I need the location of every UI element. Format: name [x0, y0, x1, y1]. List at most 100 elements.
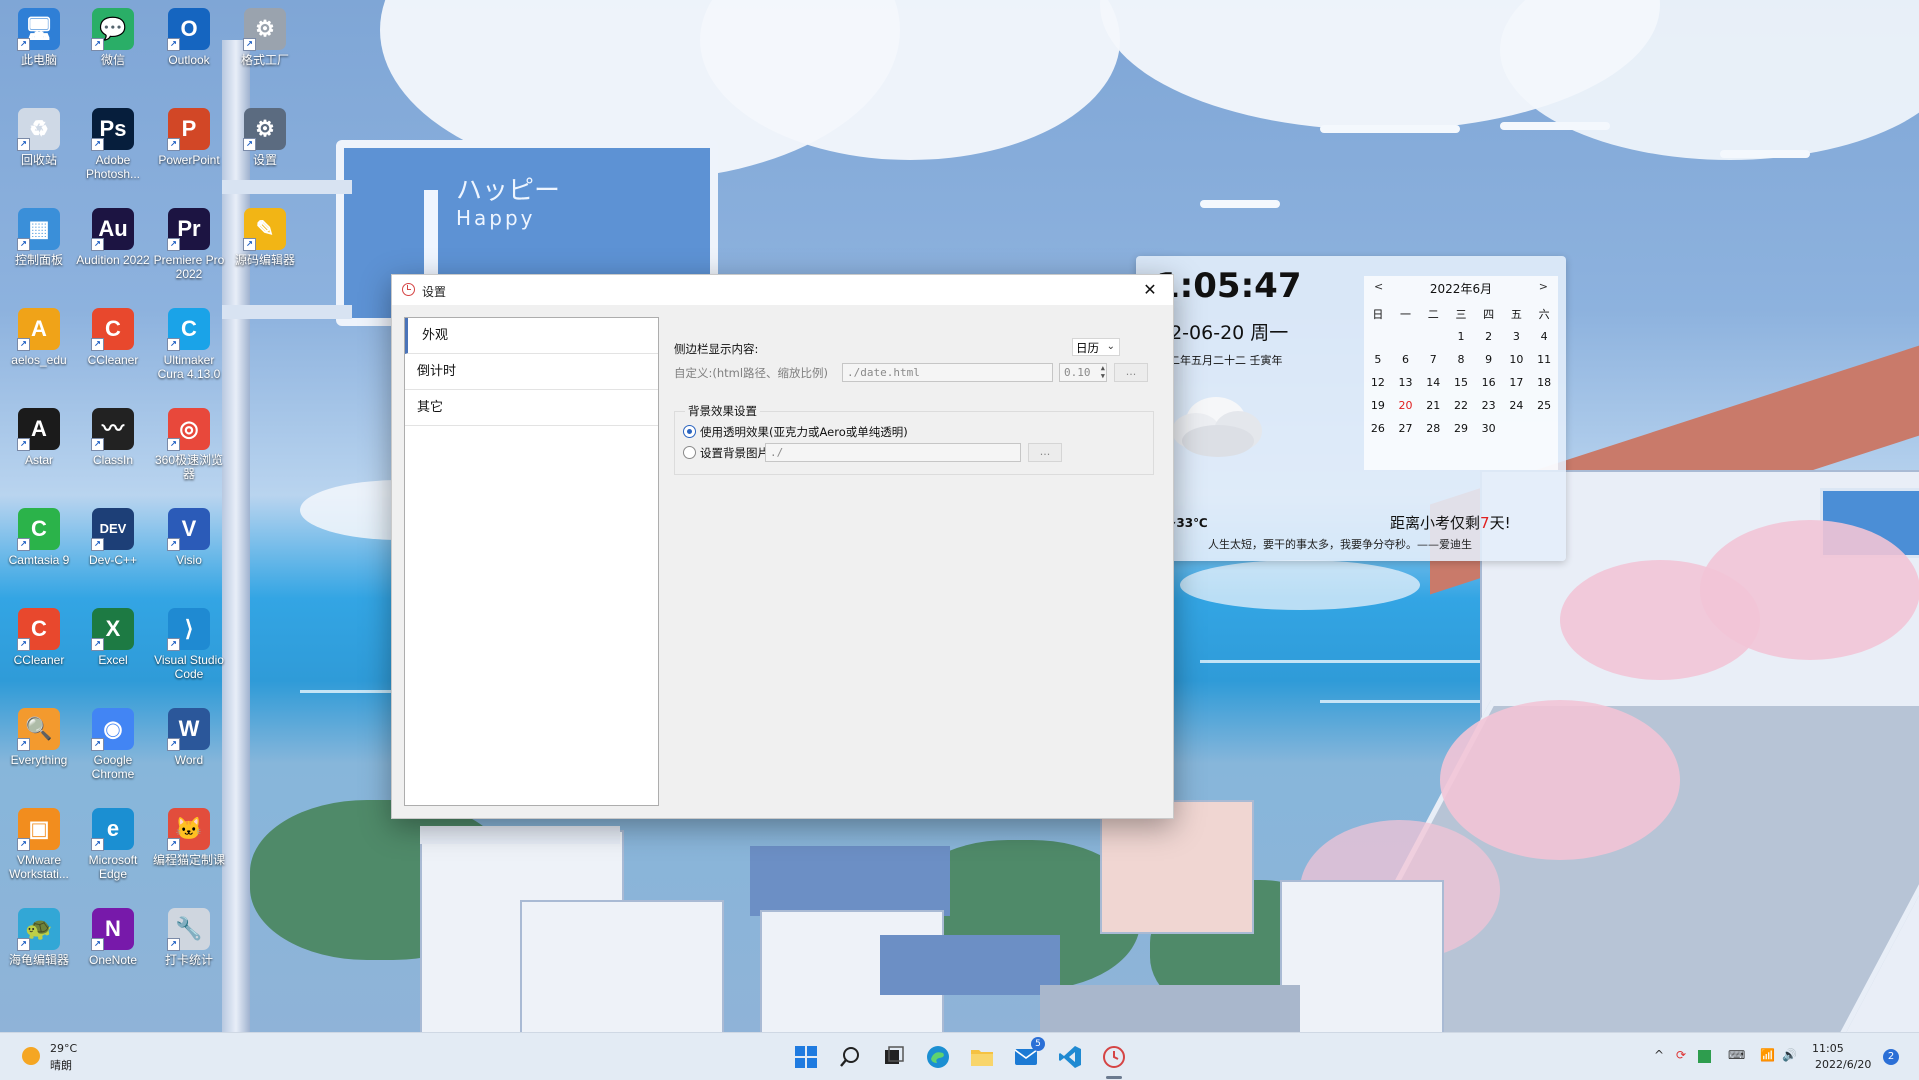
calendar-day[interactable]: 26: [1364, 417, 1392, 440]
browse-html-button[interactable]: ...: [1114, 363, 1148, 382]
close-button[interactable]: ✕: [1127, 275, 1173, 305]
nav-item-other[interactable]: 其它: [405, 390, 658, 426]
calendar-day[interactable]: 16: [1475, 371, 1503, 394]
desktop-icon-format-factory[interactable]: ⚙ ↗ 格式工厂: [228, 8, 302, 67]
calendar-day-today[interactable]: 20: [1392, 394, 1420, 417]
calendar-day[interactable]: 5: [1364, 348, 1392, 371]
radio-transparent-label[interactable]: 使用透明效果(亚克力或Aero或单纯透明): [700, 424, 908, 440]
dialog-titlebar[interactable]: 设置 ✕: [392, 275, 1173, 305]
background-image-path[interactable]: ./: [765, 443, 1021, 462]
desktop-icon-word[interactable]: W ↗ Word: [152, 708, 226, 767]
desktop-icon-browser-360[interactable]: ◎ ↗ 360极速浏览器: [152, 408, 226, 481]
calendar-day[interactable]: 8: [1447, 348, 1475, 371]
custom-path-field[interactable]: ./date.html: [842, 363, 1053, 382]
edge-icon[interactable]: [924, 1043, 952, 1071]
radio-background-image-label[interactable]: 设置背景图片: [700, 445, 769, 461]
calendar-day[interactable]: 6: [1392, 348, 1420, 371]
calendar-day[interactable]: 28: [1419, 417, 1447, 440]
desktop-icon-chrome[interactable]: ◉ ↗ Google Chrome: [76, 708, 150, 781]
wifi-icon[interactable]: 📶: [1760, 1048, 1775, 1062]
task-view-icon[interactable]: [880, 1043, 908, 1071]
sidebar-content-select[interactable]: 日历 ⌄: [1072, 338, 1120, 356]
weather-sun-icon[interactable]: [22, 1047, 40, 1065]
calendar-day[interactable]: 24: [1503, 394, 1531, 417]
nav-item-countdown[interactable]: 倒计时: [405, 354, 658, 390]
calendar-day[interactable]: 11: [1530, 348, 1558, 371]
calendar-day[interactable]: 1: [1447, 325, 1475, 348]
calendar-day[interactable]: 10: [1503, 348, 1531, 371]
desktop-icon-camtasia[interactable]: C ↗ Camtasia 9: [2, 508, 76, 567]
desktop-icon-turtle-editor[interactable]: 🐢 ↗ 海龟编辑器: [2, 908, 76, 967]
mail-icon[interactable]: 5: [1012, 1037, 1045, 1071]
taskbar-weather-desc[interactable]: 晴朗: [50, 1057, 72, 1073]
volume-icon[interactable]: 🔊: [1782, 1048, 1797, 1062]
vscode-taskbar-icon[interactable]: [1056, 1043, 1084, 1071]
desktop-icon-photoshop[interactable]: Ps ↗ Adobe Photosh...: [76, 108, 150, 181]
calendar-day[interactable]: 27: [1392, 417, 1420, 440]
calendar-day[interactable]: 22: [1447, 394, 1475, 417]
calendar-day[interactable]: 4: [1530, 325, 1558, 348]
desktop-icon-powerpoint[interactable]: P ↗ PowerPoint: [152, 108, 226, 167]
desktop-icon-excel[interactable]: X ↗ Excel: [76, 608, 150, 667]
calendar-next-button[interactable]: >: [1539, 280, 1548, 293]
calendar-day[interactable]: 15: [1447, 371, 1475, 394]
tray-date[interactable]: 2022/6/20: [1815, 1058, 1871, 1071]
desktop-icon-ccleaner[interactable]: C ↗ CCleaner: [76, 308, 150, 367]
calendar-day[interactable]: 18: [1530, 371, 1558, 394]
calendar-day[interactable]: 25: [1530, 394, 1558, 417]
calendar-day[interactable]: 29: [1447, 417, 1475, 440]
tray-sync-icon[interactable]: ⟳: [1676, 1048, 1686, 1062]
desktop-icon-vmware[interactable]: ▣ ↗ VMware Workstati...: [2, 808, 76, 881]
radio-transparent[interactable]: [683, 425, 696, 438]
tray-app-icon[interactable]: [1698, 1050, 1711, 1063]
calendar-day[interactable]: 7: [1419, 348, 1447, 371]
desktop-icon-wechat[interactable]: 💬 ↗ 微信: [76, 8, 150, 67]
desktop-icon-control-panel[interactable]: ▦ ↗ 控制面板: [2, 208, 76, 267]
notification-badge[interactable]: 2: [1883, 1049, 1899, 1065]
calendar-day[interactable]: 30: [1475, 417, 1503, 440]
clock-calendar-widget[interactable]: 1:05:47 22-06-20 周一 二二年五月二十二 壬寅年 4~33℃ 距…: [1136, 256, 1566, 561]
calendar-day[interactable]: 17: [1503, 371, 1531, 394]
spinner-arrows-icon[interactable]: ▲ ▼: [1101, 364, 1105, 380]
radio-background-image[interactable]: [683, 446, 696, 459]
calendar-day[interactable]: 3: [1503, 325, 1531, 348]
desktop-icon-computer[interactable]: 🖥 ↗ 此电脑: [2, 8, 76, 67]
tray-time[interactable]: 11:05: [1812, 1042, 1844, 1055]
desktop-icon-vscode[interactable]: ⟩ ↗ Visual Studio Code: [152, 608, 226, 681]
search-icon[interactable]: [836, 1043, 864, 1071]
file-explorer-icon[interactable]: [968, 1043, 996, 1071]
desktop-icon-recycle-bin[interactable]: ♻ ↗ 回收站: [2, 108, 76, 167]
desktop-icon-visio[interactable]: V ↗ Visio: [152, 508, 226, 567]
desktop-icon-code-editor[interactable]: ✎ ↗ 源码编辑器: [228, 208, 302, 267]
desktop-icon-classin[interactable]: 〰 ↗ ClassIn: [76, 408, 150, 467]
desktop-icon-devcpp[interactable]: DEV ↗ Dev-C++: [76, 508, 150, 567]
desktop-icon-aelos[interactable]: A ↗ aelos_edu: [2, 308, 76, 367]
desktop-icon-audition[interactable]: Au ↗ Audition 2022: [76, 208, 150, 267]
desktop-icon-premiere[interactable]: Pr ↗ Premiere Pro 2022: [152, 208, 226, 281]
taskbar-weather-temp[interactable]: 29°C: [50, 1042, 77, 1055]
desktop-icon-edge[interactable]: e ↗ Microsoft Edge: [76, 808, 150, 881]
calendar-day[interactable]: 23: [1475, 394, 1503, 417]
calendar-day[interactable]: 12: [1364, 371, 1392, 394]
desktop-icon-everything-search[interactable]: 🔍 ↗ Everything: [2, 708, 76, 767]
desktop-icon-cura[interactable]: C ↗ Ultimaker Cura 4.13.0: [152, 308, 226, 381]
start-windows-icon[interactable]: [792, 1043, 820, 1071]
browse-image-button[interactable]: ...: [1028, 443, 1062, 462]
desktop-icon-settings-gear[interactable]: ⚙ ↗ 设置: [228, 108, 302, 167]
nav-item-appearance[interactable]: 外观: [405, 318, 658, 354]
desktop-icon-codemao[interactable]: 🐱 ↗ 编程猫定制课: [152, 808, 226, 867]
desktop-icon-ccleaner[interactable]: C ↗ CCleaner: [2, 608, 76, 667]
tray-overflow-icon[interactable]: ^: [1654, 1048, 1664, 1062]
clock-app-taskbar-icon[interactable]: [1100, 1043, 1128, 1071]
calendar-day[interactable]: 19: [1364, 394, 1392, 417]
calendar-day[interactable]: 2: [1475, 325, 1503, 348]
desktop-icon-checkin-stats[interactable]: 🔧 ↗ 打卡统计: [152, 908, 226, 967]
keyboard-icon[interactable]: ⌨: [1728, 1048, 1745, 1062]
desktop-icon-astar[interactable]: A ↗ Astar: [2, 408, 76, 467]
desktop-icon-outlook[interactable]: O ↗ Outlook: [152, 8, 226, 67]
desktop-icon-onenote[interactable]: N ↗ OneNote: [76, 908, 150, 967]
calendar-day[interactable]: 9: [1475, 348, 1503, 371]
calendar-day[interactable]: 14: [1419, 371, 1447, 394]
calendar-day[interactable]: 13: [1392, 371, 1420, 394]
calendar-day[interactable]: 21: [1419, 394, 1447, 417]
